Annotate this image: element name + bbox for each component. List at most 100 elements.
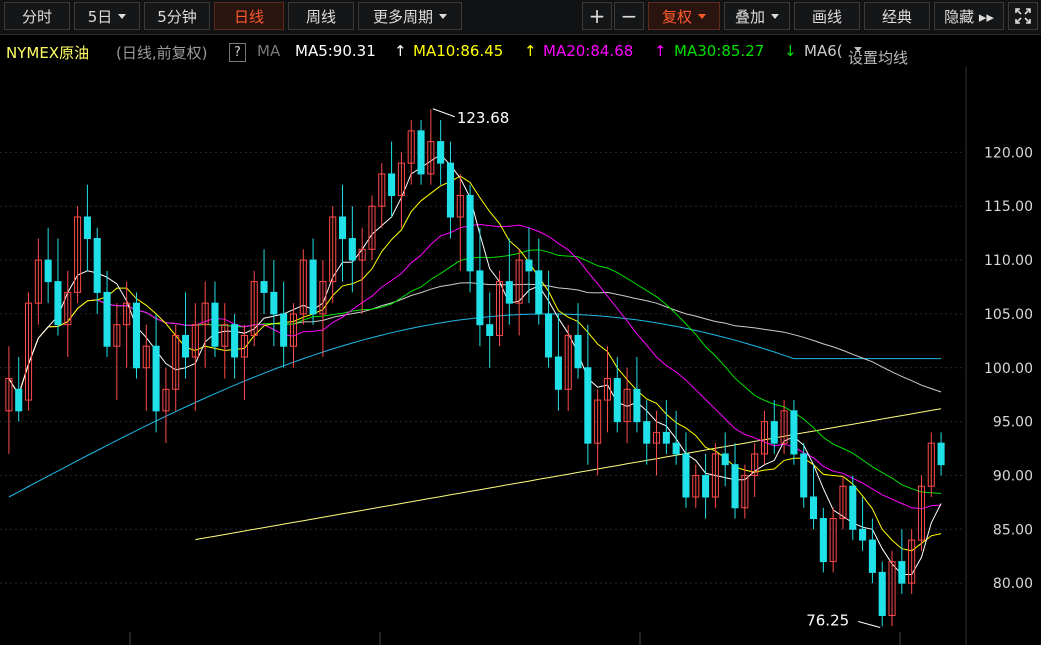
candle-body <box>731 464 739 509</box>
candle-body <box>682 453 690 498</box>
candle-body <box>309 259 317 315</box>
ma5-line <box>8 153 942 575</box>
candle-body <box>721 453 729 466</box>
chevron-down-icon <box>698 13 706 19</box>
y-tick-label: 100.00 <box>984 361 1033 377</box>
y-tick-label: 90.00 <box>993 468 1033 484</box>
chevron-down-icon <box>771 13 779 19</box>
tab-5day[interactable]: 5日 <box>74 2 140 30</box>
ma30-value: MA30:85.27 <box>674 42 765 60</box>
y-tick-label: 120.00 <box>984 145 1033 161</box>
candle-body <box>231 324 239 358</box>
tab-daily[interactable]: 日线 <box>214 2 284 30</box>
ma10-value: MA10:86.45 <box>413 42 504 60</box>
ma20-value: MA20:84.68 <box>543 42 634 60</box>
candle-body <box>280 313 288 347</box>
candle-body <box>260 281 268 293</box>
candle-body <box>505 281 513 304</box>
candle-body <box>348 238 356 261</box>
candle-body <box>476 270 484 326</box>
indicator-bar: NYMEX原油 (日线,前复权) ? MA MA5:90.31 ↑ MA10:8… <box>6 42 909 67</box>
zoom-out-button[interactable]: − <box>614 2 644 30</box>
candle-body <box>103 291 111 347</box>
tab-weekly[interactable]: 周线 <box>288 2 354 30</box>
candle-body <box>54 281 62 326</box>
candle-body <box>849 485 857 530</box>
low-label: 76.25 <box>806 612 849 630</box>
fullscreen-button[interactable] <box>1008 2 1038 30</box>
candle-body <box>643 421 651 444</box>
symbol-name: NYMEX原油 <box>6 44 90 62</box>
candle-body <box>270 291 278 315</box>
chart-toolbar: 分时 5日 5分钟 日线 周线 更多周期 + − 复权 叠加 画线 经典 隐藏 … <box>0 0 1041 35</box>
overlay-dropdown[interactable]: 叠加 <box>724 2 790 30</box>
high-pointer <box>432 108 456 118</box>
candle-body <box>859 528 867 541</box>
candle-body <box>702 474 710 498</box>
candle-body <box>672 442 680 455</box>
hide-button[interactable]: 隐藏 ▸▸ <box>934 2 1004 30</box>
ma-label: MA <box>257 42 281 60</box>
y-tick-label: 115.00 <box>984 199 1033 215</box>
chart-mode: (日线,前复权) <box>116 44 208 62</box>
candle-body <box>83 216 91 240</box>
arrow-up-icon: ↑ <box>524 42 537 60</box>
y-tick-label: 85.00 <box>993 522 1033 538</box>
y-tick-label: 95.00 <box>993 415 1033 431</box>
help-button[interactable]: ? <box>229 43 246 62</box>
candle-body <box>44 259 52 283</box>
candle-body <box>525 259 533 272</box>
candle-body <box>790 410 798 455</box>
ma60-line <box>8 282 942 396</box>
candle-body <box>338 216 347 240</box>
high-label: 123.68 <box>457 109 510 127</box>
candle-body <box>152 345 160 412</box>
candle-body <box>662 431 670 444</box>
arrow-up-icon: ↑ <box>394 42 407 60</box>
chevron-down-icon <box>118 13 127 19</box>
candle-body <box>613 378 621 423</box>
candle-body <box>574 334 582 369</box>
y-tick-label: 110.00 <box>984 253 1033 269</box>
tab-more-periods[interactable]: 更多周期 <box>358 2 462 30</box>
expand-icon <box>1015 8 1031 24</box>
candle-body <box>584 367 592 444</box>
tab-5min[interactable]: 5分钟 <box>144 2 210 30</box>
classic-button[interactable]: 经典 <box>864 2 930 30</box>
candle-body <box>93 238 101 293</box>
candle-body <box>898 561 906 584</box>
candle-body <box>819 518 827 563</box>
candle-body <box>937 442 945 466</box>
candle-body <box>770 421 778 444</box>
candlestick-chart[interactable]: 120.00 115.00 110.00 105.00 100.00 95.00 90.00… <box>0 67 1041 645</box>
candle-body <box>554 356 562 390</box>
candle-body <box>535 270 543 315</box>
ma60-value: MA6( <box>804 42 843 60</box>
candle-body <box>545 313 553 358</box>
draw-line-button[interactable]: 画线 <box>794 2 860 30</box>
ma250-line <box>195 408 942 541</box>
y-tick-label: 80.00 <box>993 576 1033 592</box>
candle-body <box>388 173 396 196</box>
candle-body <box>132 302 141 369</box>
candle-body <box>181 334 190 358</box>
candle-body <box>15 388 23 412</box>
candle-body <box>800 453 808 498</box>
candle-body <box>809 496 818 520</box>
low-pointer <box>858 621 881 629</box>
candle-body <box>486 324 494 336</box>
candle-body <box>417 130 425 175</box>
candle-body <box>446 162 455 218</box>
ma5-value: MA5:90.31 <box>295 42 376 60</box>
y-tick-label: 105.00 <box>984 307 1033 323</box>
candle-body <box>466 194 474 272</box>
candle-body <box>211 302 219 347</box>
tab-intraday[interactable]: 分时 <box>4 2 70 30</box>
candle-body <box>633 388 641 423</box>
chevron-down-icon <box>854 47 862 52</box>
adjust-rights-dropdown[interactable]: 复权 <box>648 2 720 30</box>
zoom-in-button[interactable]: + <box>582 2 612 30</box>
candle-body <box>878 571 886 616</box>
arrow-down-icon: ↓ <box>784 42 797 60</box>
chevron-down-icon <box>439 13 447 19</box>
